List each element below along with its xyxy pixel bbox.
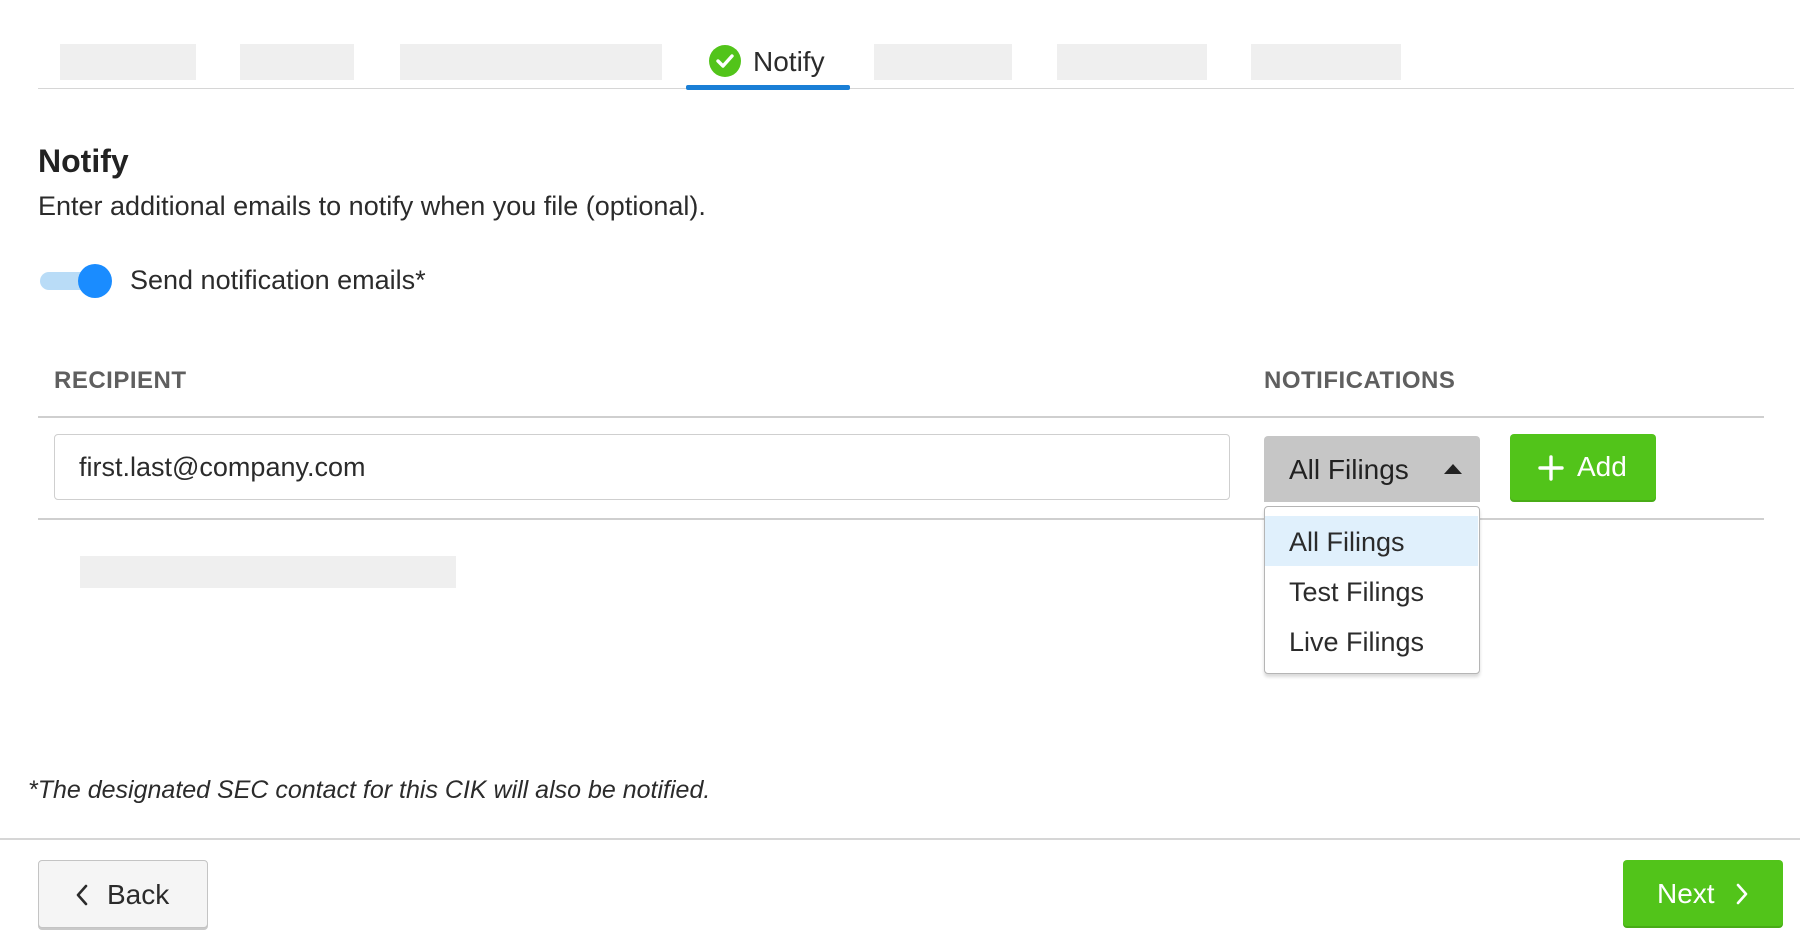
column-header-notifications: NOTIFICATIONS xyxy=(1264,367,1456,394)
footer-divider xyxy=(0,838,1800,840)
dropdown-option-test-filings[interactable]: Test Filings xyxy=(1265,566,1478,616)
toggle-label: Send notification emails* xyxy=(130,265,426,295)
plus-icon xyxy=(1538,455,1564,481)
page-title: Notify xyxy=(38,143,129,179)
notify-page: Notify Notify Enter additional emails to… xyxy=(0,0,1800,946)
recipient-email-input[interactable] xyxy=(54,434,1230,500)
notifications-select[interactable]: All Filings xyxy=(1264,436,1480,502)
dropdown-option-live-filings[interactable]: Live Filings xyxy=(1265,616,1478,666)
table-row-divider xyxy=(38,518,1764,520)
tab-placeholder[interactable] xyxy=(400,44,662,80)
row-placeholder xyxy=(80,556,456,588)
tab-placeholder[interactable] xyxy=(874,44,1012,80)
sec-contact-footnote: *The designated SEC contact for this CIK… xyxy=(28,776,711,804)
toggle-knob xyxy=(78,264,112,298)
tab-placeholder[interactable] xyxy=(1251,44,1401,80)
send-notifications-toggle[interactable] xyxy=(40,263,112,299)
chevron-right-icon xyxy=(1736,883,1748,905)
add-button-label: Add xyxy=(1577,451,1627,482)
tab-notify[interactable]: Notify xyxy=(686,38,850,90)
option-label: All Filings xyxy=(1289,527,1405,557)
notifications-dropdown-menu: All Filings Test Filings Live Filings xyxy=(1264,506,1480,674)
tab-placeholder[interactable] xyxy=(240,44,354,80)
page-subtitle: Enter additional emails to notify when y… xyxy=(38,191,706,221)
option-label: Test Filings xyxy=(1289,577,1425,607)
tab-placeholder[interactable] xyxy=(60,44,196,80)
tab-notify-label: Notify xyxy=(753,46,825,77)
back-button[interactable]: Back xyxy=(38,860,208,928)
option-label: Live Filings xyxy=(1289,627,1425,657)
active-tab-indicator xyxy=(686,85,850,90)
chevron-left-icon xyxy=(76,884,88,906)
caret-up-icon xyxy=(1444,464,1462,474)
next-button[interactable]: Next xyxy=(1623,860,1783,928)
dropdown-option-all-filings[interactable]: All Filings xyxy=(1265,516,1478,566)
next-button-label: Next xyxy=(1657,878,1715,909)
tab-placeholder[interactable] xyxy=(1057,44,1207,80)
check-circle-icon xyxy=(709,45,741,77)
add-recipient-button[interactable]: Add xyxy=(1510,434,1656,502)
back-button-label: Back xyxy=(107,879,170,910)
select-value: All Filings xyxy=(1289,454,1409,485)
column-header-recipient: RECIPIENT xyxy=(54,367,187,394)
wizard-tab-bar: Notify xyxy=(38,0,1794,90)
table-header-divider xyxy=(38,416,1764,418)
